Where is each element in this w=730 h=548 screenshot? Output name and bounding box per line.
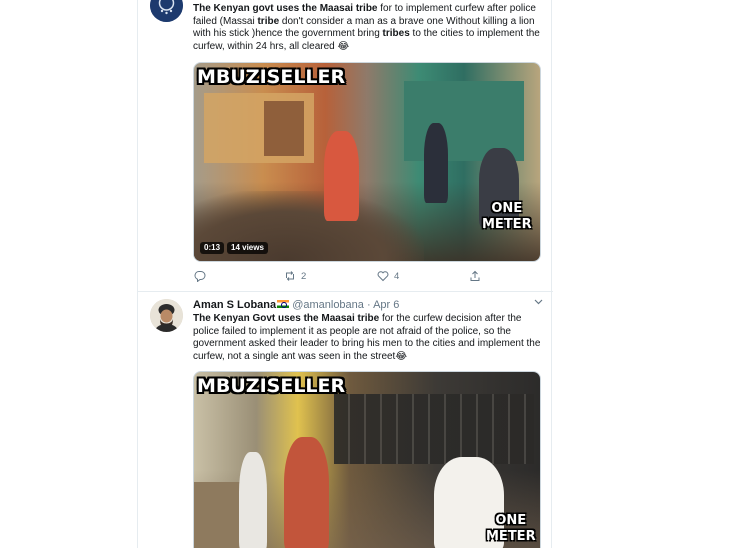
share-button[interactable] (469, 270, 481, 282)
retweet-icon (286, 271, 294, 281)
figure-white (239, 452, 267, 548)
retweet-button[interactable]: 2 (284, 270, 306, 282)
separator: · (366, 299, 371, 311)
figure-red (324, 131, 359, 221)
video-overlay-title: MBUZISELLER (197, 375, 346, 397)
video-overlay-caption: ONE METER (486, 513, 536, 545)
chevron-down-icon[interactable] (534, 297, 543, 307)
india-flag-icon (277, 300, 290, 308)
storefront (334, 394, 534, 464)
tweet-text: The Kenyan govt uses the Maasai tribe fo… (193, 3, 543, 53)
video-badges: 0:13 14 views (200, 242, 268, 254)
tweet[interactable]: Aman S Lobana @amanlobana · Apr 6 The Ke… (138, 292, 553, 548)
heart-icon (377, 271, 389, 282)
tweet-text-highlight: The Kenyan govt uses the Maasai tribe (193, 3, 378, 14)
like-button[interactable]: 4 (377, 270, 399, 282)
tweet-text-highlight: The Kenyan Govt uses the Maasai tribe (193, 313, 380, 324)
tweet-text: The Kenyan Govt uses the Maasai tribe fo… (193, 313, 543, 363)
avatar[interactable] (150, 0, 183, 22)
tweet-actions: 2 4 (193, 270, 493, 286)
share-icon (470, 270, 480, 281)
caption-line: ONE (491, 201, 523, 216)
like-count: 4 (394, 270, 400, 282)
figure-dark (424, 123, 448, 203)
avatar[interactable] (150, 299, 183, 332)
reply-button[interactable] (194, 270, 206, 282)
timeline: The Kenyan govt uses the Maasai tribe fo… (137, 0, 553, 548)
tweet[interactable]: The Kenyan govt uses the Maasai tribe fo… (138, 0, 553, 292)
tweet-date[interactable]: Apr 6 (373, 299, 399, 311)
video-overlay-title: MBUZISELLER (197, 66, 346, 88)
tweet-text-highlight: tribes (382, 28, 410, 40)
video-duration: 0:13 (200, 242, 225, 254)
tweet-video[interactable]: MBUZISELLER ONE METER 0:13 14 views (193, 62, 541, 262)
caption-line: ONE (495, 513, 527, 528)
building-door (264, 101, 304, 156)
video-overlay-caption: ONE METER (482, 201, 532, 233)
retweet-count: 2 (301, 270, 307, 282)
figure-red (284, 437, 329, 548)
tweet-text-highlight: tribe (257, 15, 280, 27)
tweet-header: Aman S Lobana @amanlobana · Apr 6 (193, 298, 543, 312)
video-views: 14 views (227, 242, 268, 254)
user-name[interactable]: Aman S Lobana (193, 299, 276, 311)
tweet-video[interactable]: MBUZISELLER ONE METER (193, 371, 541, 548)
caption-line: METER (482, 217, 532, 232)
user-handle[interactable]: @amanlobana (292, 299, 364, 311)
caption-line: METER (486, 529, 536, 544)
reply-icon (194, 271, 206, 282)
